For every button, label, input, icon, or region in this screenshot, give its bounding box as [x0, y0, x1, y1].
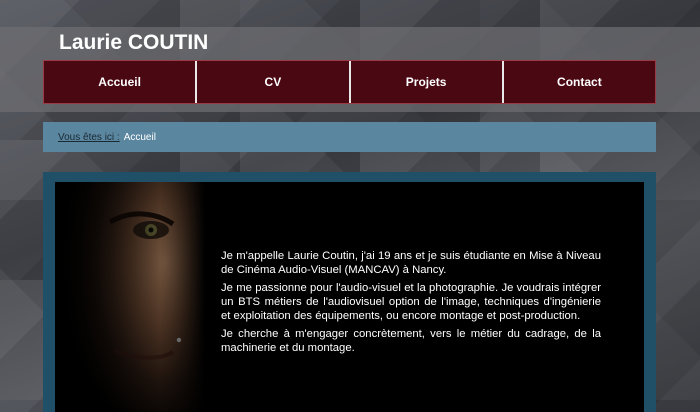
- main-nav: Accueil CV Projets Contact: [43, 60, 656, 104]
- nav-item-accueil[interactable]: Accueil: [44, 61, 198, 103]
- nav-item-cv[interactable]: CV: [197, 61, 351, 103]
- content-frame: Je m'appelle Laurie Coutin, j'ai 19 ans …: [43, 172, 656, 412]
- nav-item-contact[interactable]: Contact: [504, 61, 655, 103]
- portrait-photo: [55, 182, 205, 412]
- nav-item-projets[interactable]: Projets: [351, 61, 504, 103]
- intro-paragraph: Je cherche à m'engager concrètement, ver…: [221, 328, 601, 354]
- intro-text: Je m'appelle Laurie Coutin, j'ai 19 ans …: [221, 249, 601, 359]
- content-panel: Je m'appelle Laurie Coutin, j'ai 19 ans …: [55, 182, 644, 412]
- breadcrumb-prefix: Vous êtes ici :: [58, 131, 120, 143]
- intro-paragraph: Je me passionne pour l'audio-visuel et l…: [221, 282, 601, 322]
- breadcrumb-current: Accueil: [123, 131, 156, 143]
- breadcrumb: Vous êtes ici : Accueil: [43, 122, 656, 152]
- intro-paragraph: Je m'appelle Laurie Coutin, j'ai 19 ans …: [221, 250, 601, 276]
- site-title: Laurie COUTIN: [59, 31, 209, 54]
